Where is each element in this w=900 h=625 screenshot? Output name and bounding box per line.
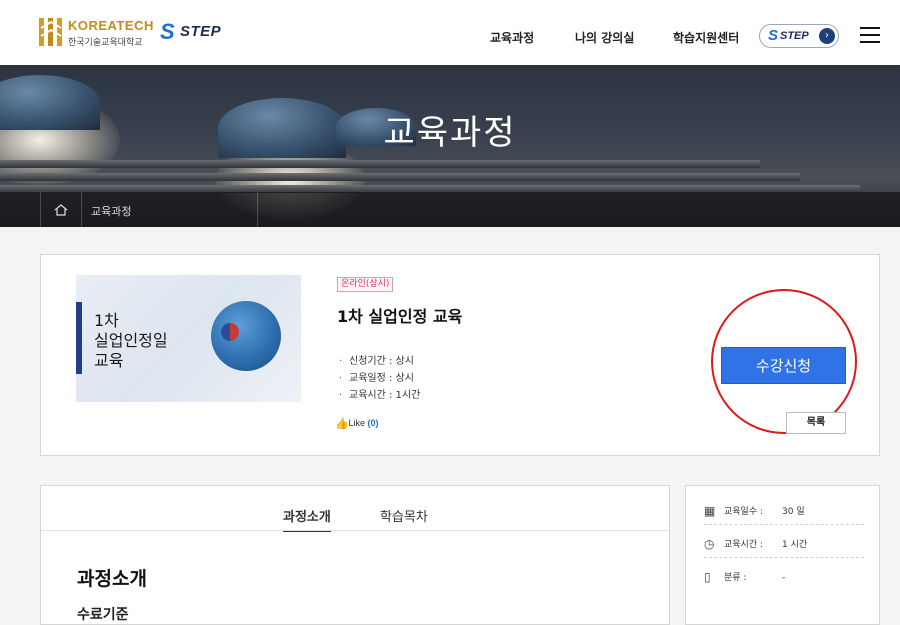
course-card: 1차 실업인정일 교육 온라인(상시) 1차 실업인정 교육 · 신청기간 : 상… [40,254,880,456]
nav-my-classroom[interactable]: 나의 강의실 [575,29,634,46]
thumbs-up-icon: 👍 [335,418,349,430]
table-edge-2 [0,173,800,181]
breadcrumb: 교육과정 [0,191,900,227]
tab-divider [41,530,669,531]
koreatech-name: KOREATECH [68,18,154,33]
table-edge-1 [0,160,760,168]
hamburger-icon[interactable] [860,27,880,43]
stat-divider [704,557,864,558]
info-duration: · 교육시간 : 1시간 [339,390,421,401]
nav-courses[interactable]: 교육과정 [490,29,534,46]
calendar-icon: ▦ [704,504,716,518]
step-badge-s-icon: S [768,27,779,44]
tab-course-intro[interactable]: 과정소개 [283,506,331,532]
koreatech-logo[interactable]: KOREATECH 한국기술교육대학교 [38,14,153,50]
koreatech-subtitle: 한국기술교육대학교 [68,38,143,48]
document-icon: ▯ [704,570,711,584]
breadcrumb-home[interactable] [40,192,82,227]
like-button[interactable]: 👍 Like (0) [335,418,379,430]
info-apply-period: · 신청기간 : 상시 [339,356,414,367]
step-logo-text: STEP [180,23,222,40]
site-header: KOREATECH 한국기술교육대학교 S STEP 교육과정 나의 강의실 학… [0,0,900,66]
alarm-clock-icon: ◷ [704,537,715,551]
globe-emblem-icon [211,301,281,371]
stat-hours: ◷ 교육시간 :1 시간 [704,537,808,551]
course-title: 1차 실업인정 교육 [337,307,463,326]
stat-category: ▯ 분류 :- [704,570,786,584]
like-count: (0) [367,418,379,428]
tab-curriculum[interactable]: 학습목차 [380,506,428,525]
thumbnail-accent-bar [76,302,82,374]
list-button[interactable]: 목록 [786,412,846,434]
thumbnail-title: 1차 실업인정일 교육 [94,311,168,370]
koreatech-mark-icon [39,18,62,46]
step-s-icon: S [160,19,175,44]
section-subtitle: 수료기준 [77,607,129,623]
course-detail-panel: 과정소개 학습목차 과정소개 수료기준 [40,485,670,625]
info-schedule: · 교육일정 : 상시 [339,373,414,384]
stat-divider [704,524,864,525]
chevron-right-icon: › [819,28,835,44]
course-thumbnail: 1차 실업인정일 교육 [76,275,301,402]
breadcrumb-divider [257,192,258,227]
taeguk-icon [221,323,239,341]
course-stats-panel: ▦ 교육일수 :30 일 ◷ 교육시간 :1 시간 ▯ 분류 :- [685,485,880,625]
home-icon [54,204,68,216]
course-type-badge: 온라인(상시) [337,277,394,292]
page-banner: 교육과정 교육과정 [0,65,900,227]
banner-title: 교육과정 [383,113,517,153]
breadcrumb-current[interactable]: 교육과정 [91,203,131,219]
nav-learning-support[interactable]: 학습지원센터 [673,29,739,46]
stat-days: ▦ 교육일수 :30 일 [704,504,805,518]
section-title: 과정소개 [77,568,147,590]
step-badge-label: STEP [780,30,809,42]
enroll-button[interactable]: 수강신청 [721,347,846,384]
step-link-button[interactable]: S STEP › [759,24,839,48]
